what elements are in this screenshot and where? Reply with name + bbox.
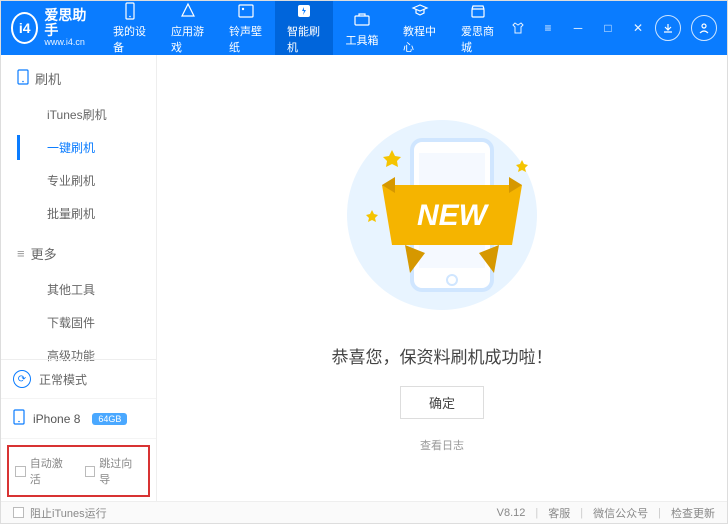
main-content: NEW 恭喜您，保资料刷机成功啦！ 确定 查看日志 xyxy=(157,55,727,503)
logo-text: 爱思助手 www.i4.cn xyxy=(44,8,91,49)
download-icon[interactable] xyxy=(655,15,681,41)
close-icon[interactable]: ✕ xyxy=(627,17,649,39)
sidebar: 刷机 iTunes刷机 一键刷机 专业刷机 批量刷机 ≡ 更多 其他工具 下载固… xyxy=(1,55,157,503)
nav-apps[interactable]: 应用游戏 xyxy=(159,1,217,55)
nav-ringtones[interactable]: 铃声壁纸 xyxy=(217,1,275,55)
footer-checkupdate-link[interactable]: 检查更新 xyxy=(671,505,715,521)
flash-section-label: 刷机 xyxy=(35,69,61,88)
block-itunes-label: 阻止iTunes运行 xyxy=(30,505,107,521)
app-url: www.i4.cn xyxy=(44,38,91,48)
highlighted-options: 自动激活 跳过向导 xyxy=(7,445,150,497)
footer: 阻止iTunes运行 V8.12 | 客服 | 微信公众号 | 检查更新 xyxy=(1,501,727,523)
tutorial-icon xyxy=(410,2,430,20)
top-nav: 我的设备 应用游戏 铃声壁纸 智能刷机 工具箱 教程中心 爱思商城 xyxy=(101,1,507,55)
device-icon xyxy=(120,2,140,20)
more-section-label: 更多 xyxy=(31,244,57,263)
view-log-link[interactable]: 查看日志 xyxy=(420,437,464,453)
refresh-icon: ⟳ xyxy=(13,370,31,388)
sidebar-section-flash: 刷机 iTunes刷机 一键刷机 专业刷机 批量刷机 xyxy=(1,55,156,230)
logo-icon: i4 xyxy=(11,12,38,44)
app-title: 爱思助手 xyxy=(44,8,91,39)
illustration: NEW 恭喜您，保资料刷机成功啦！ 确定 查看日志 xyxy=(327,105,557,453)
nav-store[interactable]: 爱思商城 xyxy=(449,1,507,55)
checkbox-icon xyxy=(15,466,26,477)
maximize-icon[interactable]: □ xyxy=(597,17,619,39)
shirt-icon[interactable] xyxy=(507,17,529,39)
sidebar-section-more: ≡ 更多 其他工具 下载固件 高级功能 xyxy=(1,230,156,372)
sidebar-item-pro-flash[interactable]: 专业刷机 xyxy=(17,164,156,197)
success-message: 恭喜您，保资料刷机成功啦！ xyxy=(332,343,553,368)
logo: i4 爱思助手 www.i4.cn xyxy=(11,8,91,49)
apps-icon xyxy=(178,2,198,20)
nav-my-device[interactable]: 我的设备 xyxy=(101,1,159,55)
footer-service-link[interactable]: 客服 xyxy=(548,505,570,521)
svg-text:NEW: NEW xyxy=(417,199,490,232)
device-row[interactable]: iPhone 8 64GB xyxy=(1,399,156,439)
device-storage-badge: 64GB xyxy=(92,413,127,425)
footer-wechat-link[interactable]: 微信公众号 xyxy=(593,505,648,521)
checkbox-block-itunes[interactable]: 阻止iTunes运行 xyxy=(13,505,107,521)
checkbox-icon xyxy=(13,507,24,518)
device-name-label: iPhone 8 xyxy=(33,412,80,426)
user-icon[interactable] xyxy=(691,15,717,41)
checkbox-auto-activate[interactable]: 自动激活 xyxy=(15,455,73,487)
version-label: V8.12 xyxy=(497,507,526,519)
nav-toolbox[interactable]: 工具箱 xyxy=(333,1,391,55)
minimize-icon[interactable]: ─ xyxy=(567,17,589,39)
image-icon xyxy=(236,2,256,20)
store-icon xyxy=(468,2,488,20)
app-header: i4 爱思助手 www.i4.cn 我的设备 应用游戏 铃声壁纸 智能刷机 工具… xyxy=(1,1,727,55)
auto-activate-label: 自动激活 xyxy=(30,455,73,487)
section-head-flash: 刷机 xyxy=(17,69,156,88)
sidebar-item-itunes-flash[interactable]: iTunes刷机 xyxy=(17,98,156,131)
section-head-more: ≡ 更多 xyxy=(17,244,156,263)
menu-icon[interactable]: ≡ xyxy=(537,17,559,39)
checkbox-icon xyxy=(85,466,96,477)
sidebar-item-download-firmware[interactable]: 下载固件 xyxy=(17,306,156,339)
sidebar-item-other-tools[interactable]: 其他工具 xyxy=(17,273,156,306)
checkbox-skip-guide[interactable]: 跳过向导 xyxy=(85,455,143,487)
flash-icon xyxy=(294,2,314,20)
device-phone-icon xyxy=(13,409,25,428)
header-right xyxy=(655,15,717,41)
skip-guide-label: 跳过向导 xyxy=(99,455,142,487)
sidebar-bottom: ⟳ 正常模式 iPhone 8 64GB 自动激活 跳过向导 xyxy=(1,359,156,503)
sidebar-item-batch-flash[interactable]: 批量刷机 xyxy=(17,197,156,230)
phone-icon xyxy=(17,69,29,88)
success-illustration: NEW xyxy=(327,105,557,335)
mode-label: 正常模式 xyxy=(39,371,87,388)
more-icon: ≡ xyxy=(17,246,25,261)
window-controls: ≡ ─ □ ✕ xyxy=(507,17,649,39)
toolbox-icon xyxy=(352,9,372,29)
sidebar-item-onekey-flash[interactable]: 一键刷机 xyxy=(17,131,156,164)
mode-row[interactable]: ⟳ 正常模式 xyxy=(1,360,156,399)
nav-flash[interactable]: 智能刷机 xyxy=(275,1,333,55)
confirm-button[interactable]: 确定 xyxy=(400,386,484,419)
app-body: 刷机 iTunes刷机 一键刷机 专业刷机 批量刷机 ≡ 更多 其他工具 下载固… xyxy=(1,55,727,503)
nav-tutorials[interactable]: 教程中心 xyxy=(391,1,449,55)
footer-right: V8.12 | 客服 | 微信公众号 | 检查更新 xyxy=(497,505,715,521)
